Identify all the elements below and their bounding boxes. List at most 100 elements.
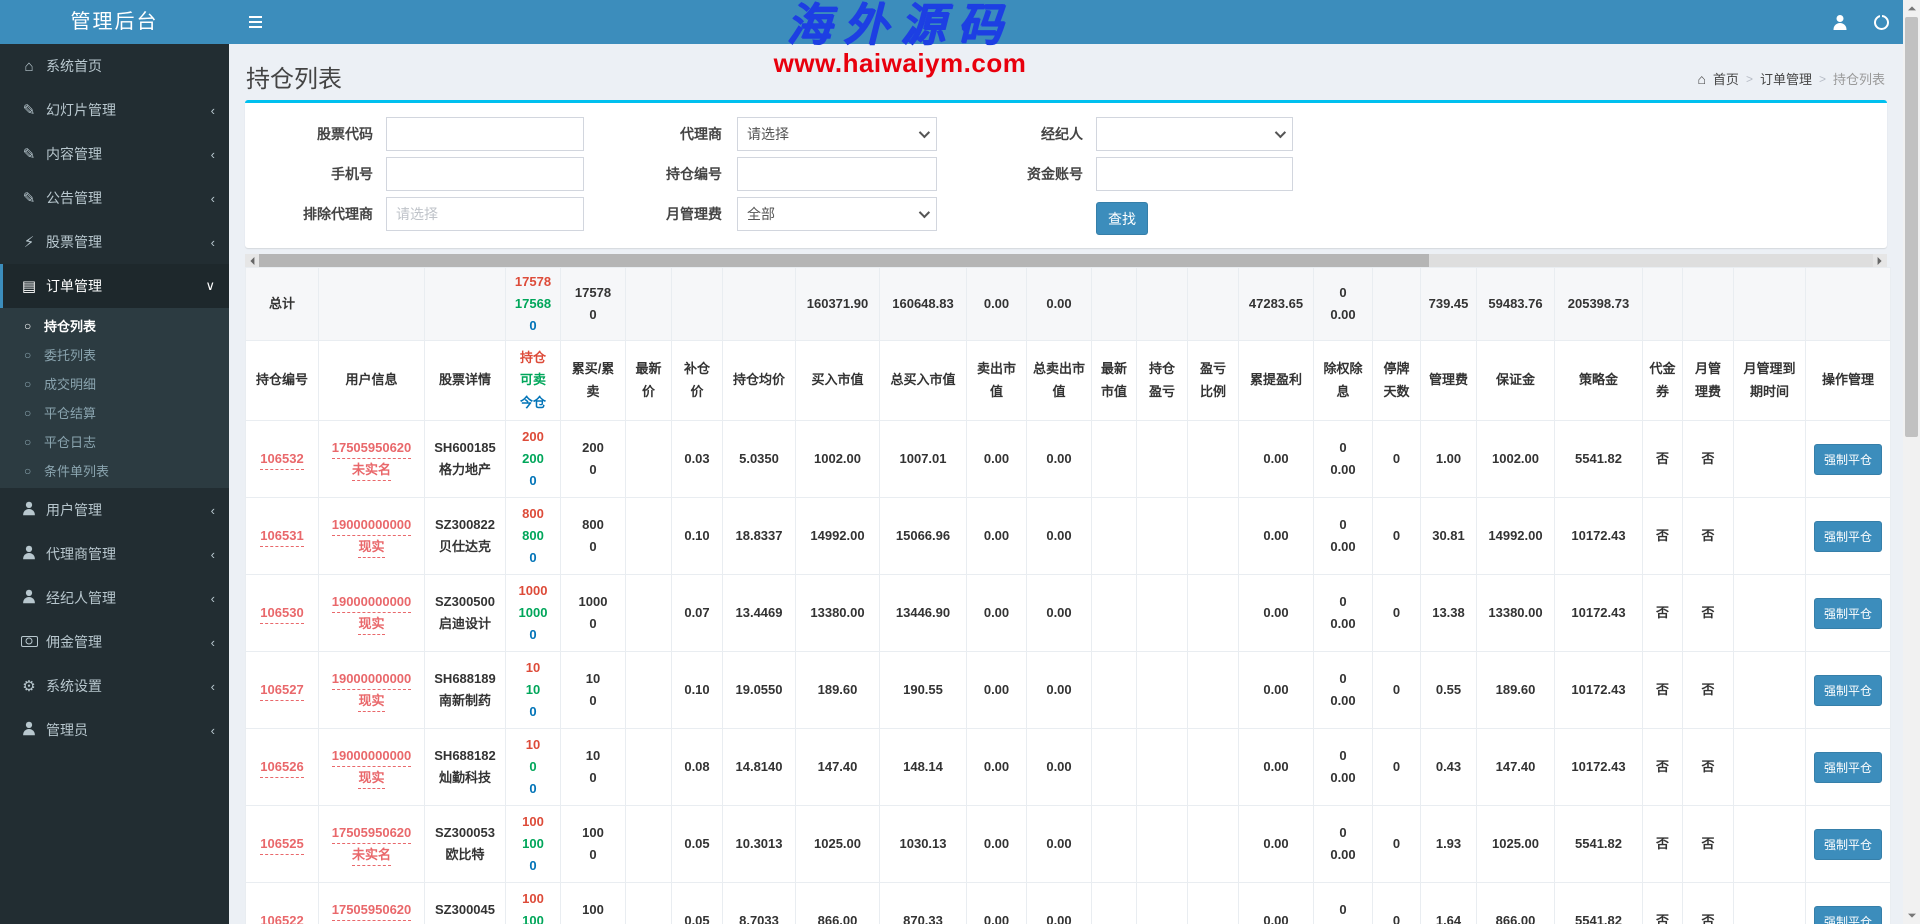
user-status-link[interactable]: 现实 xyxy=(358,692,384,712)
user-status-link[interactable]: 现实 xyxy=(358,769,384,789)
sidebar-item-0[interactable]: ⌂系统首页 xyxy=(0,44,229,88)
cell-monthly-fee: 否 xyxy=(1683,575,1734,652)
sidebar-subitem-4[interactable]: ○平仓日志 xyxy=(0,427,229,456)
position-id-link[interactable]: 106532 xyxy=(260,450,303,470)
col-header-total-buy-value: 总买入市值 xyxy=(880,341,967,421)
vertical-scrollbar[interactable] xyxy=(1903,0,1920,924)
cell-user-info: 19000000000现实 xyxy=(319,575,425,652)
sidebar-item-8[interactable]: 经纪人管理‹ xyxy=(0,576,229,620)
table-header-row: 持仓编号用户信息股票详情持仓可卖今仓累买/累卖最新价补仓价持仓均价买入市值总买入… xyxy=(246,341,1891,421)
cell-latest-price xyxy=(626,806,672,883)
user-phone-link[interactable]: 17505950620 xyxy=(332,901,412,921)
table-row: 10653217505950620未实名SH600185格力地产20020002… xyxy=(246,421,1891,498)
cell-sell-value: 0.00 xyxy=(967,806,1027,883)
position-id-label: 持仓编号 xyxy=(584,164,722,184)
col-header-xr-xd: 除权除息 xyxy=(1314,341,1373,421)
power-icon[interactable] xyxy=(1874,15,1889,30)
sidebar-item-7[interactable]: 代理商管理‹ xyxy=(0,532,229,576)
scroll-left-arrow[interactable] xyxy=(245,254,259,267)
force-close-button[interactable]: 强制平仓 xyxy=(1814,829,1882,860)
cell-position-sellable-today: 1000 xyxy=(506,729,561,806)
search-button[interactable]: 查找 xyxy=(1096,202,1148,235)
sidebar-item-label: 代理商管理 xyxy=(46,544,211,564)
sidebar-subitem-5[interactable]: ○条件单列表 xyxy=(0,456,229,485)
agent-label: 代理商 xyxy=(584,124,722,144)
user-phone-link[interactable]: 17505950620 xyxy=(332,439,412,459)
position-id-link[interactable]: 106525 xyxy=(260,835,303,855)
cell-margin: 147.40 xyxy=(1477,729,1555,806)
cell-monthly-expire xyxy=(1734,806,1806,883)
stock-code-input[interactable] xyxy=(386,117,584,151)
user-status-link[interactable]: 现实 xyxy=(358,615,384,635)
position-id-link[interactable]: 106522 xyxy=(260,912,303,924)
total-pnl-ratio xyxy=(1188,268,1239,341)
sidebar-item-5[interactable]: ▤订单管理∨ xyxy=(0,264,229,308)
user-status-link[interactable]: 现实 xyxy=(358,538,384,558)
sidebar-item-4[interactable]: ⚡股票管理‹ xyxy=(0,220,229,264)
header-position: 持仓 xyxy=(512,347,554,369)
menu-toggle-icon[interactable] xyxy=(247,14,265,30)
chevron-left-icon: ‹ xyxy=(211,235,215,250)
sidebar-item-3[interactable]: ✎公告管理‹ xyxy=(0,176,229,220)
chevron-down-icon xyxy=(919,127,930,138)
user-phone-link[interactable]: 17505950620 xyxy=(332,824,412,844)
position-id-link[interactable]: 106531 xyxy=(260,527,303,547)
force-close-button[interactable]: 强制平仓 xyxy=(1814,752,1882,783)
cell-cover-price: 0.07 xyxy=(672,575,723,652)
fund-account-input[interactable] xyxy=(1096,157,1293,191)
app-title[interactable]: 管理后台 xyxy=(0,0,229,44)
horizontal-scrollbar-thumb[interactable] xyxy=(259,254,1429,267)
user-icon[interactable] xyxy=(1832,15,1848,30)
phone-input[interactable] xyxy=(386,157,584,191)
scroll-down-arrow[interactable] xyxy=(1903,908,1920,924)
sidebar-item-label: 系统设置 xyxy=(46,676,211,696)
user-phone-link[interactable]: 19000000000 xyxy=(332,593,412,613)
agent-select[interactable]: 请选择 xyxy=(737,117,937,151)
sidebar-subitem-3[interactable]: ○平仓结算 xyxy=(0,398,229,427)
sidebar-item-1[interactable]: ✎幻灯片管理‹ xyxy=(0,88,229,132)
user-phone-link[interactable]: 19000000000 xyxy=(332,747,412,767)
cell-position-pnl xyxy=(1137,729,1188,806)
sidebar-item-6[interactable]: 用户管理‹ xyxy=(0,488,229,532)
book-icon: ▤ xyxy=(17,277,41,295)
force-close-button[interactable]: 强制平仓 xyxy=(1814,444,1882,475)
cell-strategy-fund: 10172.43 xyxy=(1555,729,1643,806)
vertical-scrollbar-thumb[interactable] xyxy=(1905,17,1918,437)
monthly-fee-select[interactable]: 全部 xyxy=(737,197,937,231)
scroll-up-arrow[interactable] xyxy=(1903,0,1920,16)
cell-voucher: 否 xyxy=(1643,498,1683,575)
position-id-link[interactable]: 106527 xyxy=(260,681,303,701)
breadcrumb-home[interactable]: 首页 xyxy=(1713,69,1739,88)
cell-cum-buy-sell: 1000 xyxy=(561,806,626,883)
user-status-link[interactable]: 未实名 xyxy=(352,846,391,866)
position-id-input[interactable] xyxy=(737,157,937,191)
user-status-link[interactable]: 未实名 xyxy=(352,461,391,481)
force-close-button[interactable]: 强制平仓 xyxy=(1814,598,1882,629)
position-id-link[interactable]: 106526 xyxy=(260,758,303,778)
cell-latest-price xyxy=(626,421,672,498)
cell-suspend-days: 0 xyxy=(1373,729,1421,806)
sidebar-item-2[interactable]: ✎内容管理‹ xyxy=(0,132,229,176)
horizontal-scrollbar[interactable] xyxy=(245,254,1887,267)
broker-select[interactable] xyxy=(1096,117,1293,151)
fund-account-label: 资金账号 xyxy=(937,164,1083,184)
force-close-button[interactable]: 强制平仓 xyxy=(1814,521,1882,552)
position-id-link[interactable]: 106530 xyxy=(260,604,303,624)
sidebar-item-10[interactable]: ⚙系统设置‹ xyxy=(0,664,229,708)
home-icon[interactable]: ⌂ xyxy=(1697,71,1705,87)
position-value: 1000 xyxy=(512,580,554,602)
scroll-right-arrow[interactable] xyxy=(1873,254,1887,267)
sidebar-item-9[interactable]: 佣金管理‹ xyxy=(0,620,229,664)
user-phone-link[interactable]: 19000000000 xyxy=(332,670,412,690)
force-close-button[interactable]: 强制平仓 xyxy=(1814,675,1882,706)
exclude-agent-input[interactable] xyxy=(386,197,584,231)
user-phone-link[interactable]: 19000000000 xyxy=(332,516,412,536)
cell-withdrawn-profit: 0.00 xyxy=(1239,883,1314,924)
sidebar-subitem-1[interactable]: ○委托列表 xyxy=(0,340,229,369)
breadcrumb-order-mgmt[interactable]: 订单管理 xyxy=(1760,69,1812,88)
sidebar-subitem-2[interactable]: ○成交明细 xyxy=(0,369,229,398)
sidebar-subitem-0[interactable]: ○持仓列表 xyxy=(0,311,229,340)
sidebar-item-11[interactable]: 管理员‹ xyxy=(0,708,229,752)
cell-strategy-fund: 5541.82 xyxy=(1555,883,1643,924)
force-close-button[interactable]: 强制平仓 xyxy=(1814,906,1882,924)
